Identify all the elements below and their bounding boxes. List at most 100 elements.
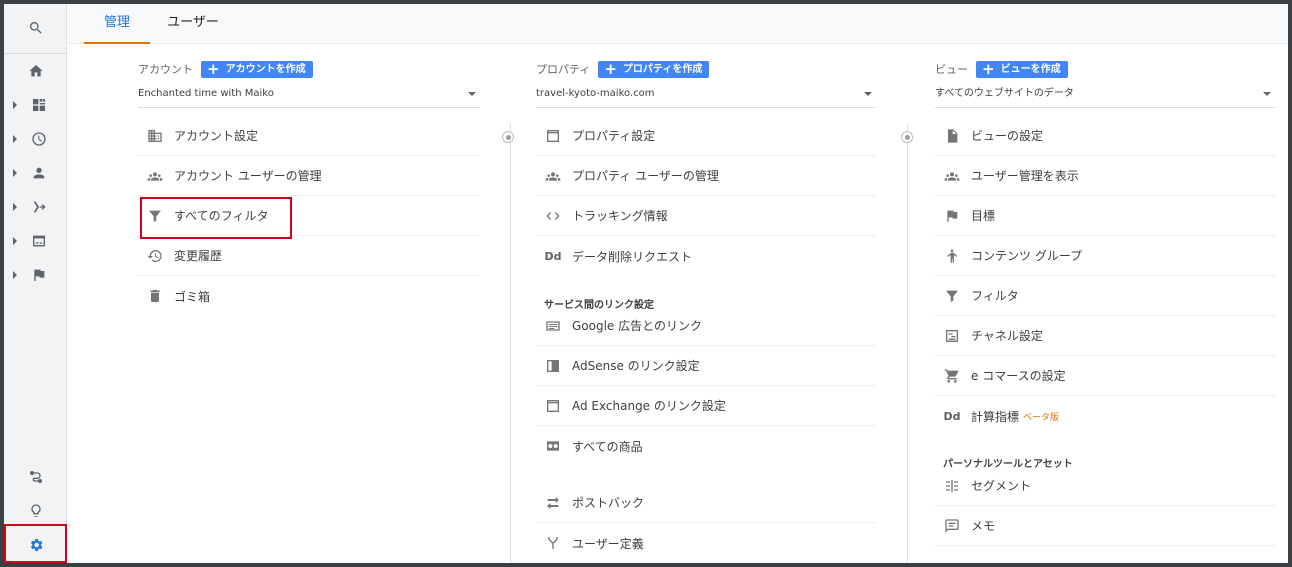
- cart-icon: [941, 368, 963, 384]
- admin-gear-icon[interactable]: [4, 530, 67, 560]
- dd-icon: Dd: [544, 249, 562, 263]
- tab-user[interactable]: ユーザー: [158, 4, 228, 44]
- change-history-label: 変更履歴: [174, 249, 223, 263]
- history-icon: [144, 248, 166, 264]
- plus-icon: +: [982, 59, 995, 78]
- create-account-label: アカウントを作成: [225, 63, 306, 75]
- all-products-item[interactable]: すべての商品: [536, 426, 876, 466]
- calculated-metrics-item[interactable]: Dd 計算指標 ベータ版: [935, 396, 1275, 436]
- ad-exchange-link-label: Ad Exchange のリンク設定: [572, 399, 726, 413]
- trash-label: ゴミ箱: [174, 289, 211, 304]
- postback-icon: [542, 495, 564, 511]
- account-user-management-item[interactable]: アカウント ユーザーの管理: [138, 156, 480, 196]
- search-icon[interactable]: [4, 13, 67, 43]
- filter-icon: [144, 208, 166, 224]
- account-settings-item[interactable]: アカウント設定: [138, 116, 480, 156]
- ecommerce-settings-label: e コマースの設定: [971, 369, 1066, 383]
- window-icon: [542, 128, 564, 144]
- all-filters-item[interactable]: すべてのフィルタ: [138, 196, 480, 236]
- audience-icon[interactable]: [4, 158, 67, 188]
- ads-icon: [542, 318, 564, 334]
- google-ads-link-item[interactable]: Google 広告とのリンク: [536, 306, 876, 346]
- view-settings-item[interactable]: ビューの設定: [935, 116, 1275, 156]
- column-divider: [510, 124, 511, 563]
- postback-item[interactable]: ポストバック: [536, 483, 876, 523]
- view-user-management-item[interactable]: ユーザー管理を表示: [935, 156, 1275, 196]
- account-user-management-label: アカウント ユーザーの管理: [174, 169, 322, 183]
- flag-icon: [941, 208, 963, 224]
- segments-item[interactable]: セグメント: [935, 466, 1275, 506]
- conversions-icon[interactable]: [4, 260, 67, 290]
- home-icon[interactable]: [4, 56, 67, 86]
- content-grouping-label: コンテンツ グループ: [971, 249, 1083, 263]
- view-column: ビュー + ビューを作成 すべてのウェブサイトのデータ: [935, 60, 1275, 108]
- view-filters-item[interactable]: フィルタ: [935, 276, 1275, 316]
- building-icon: [144, 128, 166, 144]
- adsense-link-label: AdSense のリンク設定: [572, 359, 700, 373]
- account-settings-label: アカウント設定: [174, 129, 259, 143]
- ad-exchange-icon: [542, 398, 564, 414]
- attribution-icon[interactable]: [4, 462, 67, 492]
- goals-item[interactable]: 目標: [935, 196, 1275, 236]
- change-history-item[interactable]: 変更履歴: [138, 236, 480, 276]
- trash-item[interactable]: ゴミ箱: [138, 276, 480, 316]
- chevron-down-icon: [1263, 92, 1271, 96]
- property-settings-label: プロパティ設定: [572, 129, 656, 143]
- user-definition-icon: [542, 535, 564, 551]
- create-property-button[interactable]: + プロパティを作成: [598, 59, 710, 78]
- column-divider: [907, 124, 908, 563]
- discover-icon[interactable]: [4, 496, 67, 526]
- behavior-icon[interactable]: [4, 226, 67, 256]
- adsense-icon: [542, 358, 564, 374]
- data-deletion-item[interactable]: Dd データ削除リクエスト: [536, 236, 876, 276]
- google-ads-link-label: Google 広告とのリンク: [572, 319, 703, 333]
- plus-icon: +: [207, 59, 220, 78]
- acquisition-icon[interactable]: [4, 192, 67, 222]
- segments-label: セグメント: [971, 479, 1032, 493]
- property-selector[interactable]: travel-kyoto-maiko.com: [536, 86, 876, 108]
- people-icon: [941, 168, 963, 184]
- segment-icon: [941, 478, 963, 494]
- note-icon: [941, 518, 963, 534]
- property-column: プロパティ + プロパティを作成 travel-kyoto-maiko.com: [536, 60, 876, 108]
- create-property-label: プロパティを作成: [622, 63, 703, 75]
- all-filters-label: すべてのフィルタ: [174, 209, 269, 223]
- column-connector-icon: [901, 131, 913, 143]
- annotations-item[interactable]: メモ: [935, 506, 1275, 546]
- ecommerce-settings-item[interactable]: e コマースの設定: [935, 356, 1275, 396]
- view-settings-label: ビューの設定: [971, 129, 1044, 143]
- account-title: アカウント: [138, 63, 193, 76]
- goals-label: 目標: [971, 209, 996, 223]
- beta-badge: ベータ版: [1023, 412, 1060, 423]
- realtime-icon[interactable]: [4, 124, 67, 154]
- user-definition-item[interactable]: ユーザー定義: [536, 523, 876, 563]
- property-user-management-item[interactable]: プロパティ ユーザーの管理: [536, 156, 876, 196]
- tab-admin[interactable]: 管理: [84, 4, 150, 44]
- adsense-link-item[interactable]: AdSense のリンク設定: [536, 346, 876, 386]
- create-view-button[interactable]: + ビューを作成: [976, 59, 1068, 78]
- content-group-icon: [941, 248, 963, 264]
- account-selector[interactable]: Enchanted time with Maiko: [138, 86, 480, 108]
- plus-icon: +: [604, 59, 617, 78]
- create-account-button[interactable]: + アカウントを作成: [201, 59, 313, 78]
- code-icon: [542, 208, 564, 224]
- property-selected-value: travel-kyoto-maiko.com: [536, 88, 655, 99]
- ad-exchange-link-item[interactable]: Ad Exchange のリンク設定: [536, 386, 876, 426]
- content-grouping-item[interactable]: コンテンツ グループ: [935, 236, 1275, 276]
- document-icon: [941, 128, 963, 144]
- channel-settings-item[interactable]: チャネル設定: [935, 316, 1275, 356]
- view-selector[interactable]: すべてのウェブサイトのデータ: [935, 86, 1275, 108]
- customization-icon[interactable]: [4, 90, 67, 120]
- view-title: ビュー: [935, 63, 968, 76]
- analytics-admin-window: 管理 ユーザー アカウント + アカウントを作成 Enchanted time …: [4, 4, 1288, 563]
- tracking-info-item[interactable]: トラッキング情報: [536, 196, 876, 236]
- chevron-down-icon: [468, 92, 476, 96]
- create-view-label: ビューを作成: [1000, 63, 1061, 75]
- channel-icon: [941, 328, 963, 344]
- property-user-management-label: プロパティ ユーザーの管理: [572, 169, 719, 183]
- chevron-down-icon: [864, 92, 872, 96]
- property-settings-item[interactable]: プロパティ設定: [536, 116, 876, 156]
- calculated-metrics-label: 計算指標: [971, 409, 1020, 424]
- admin-tabs: 管理 ユーザー: [68, 4, 1288, 44]
- people-icon: [542, 168, 564, 184]
